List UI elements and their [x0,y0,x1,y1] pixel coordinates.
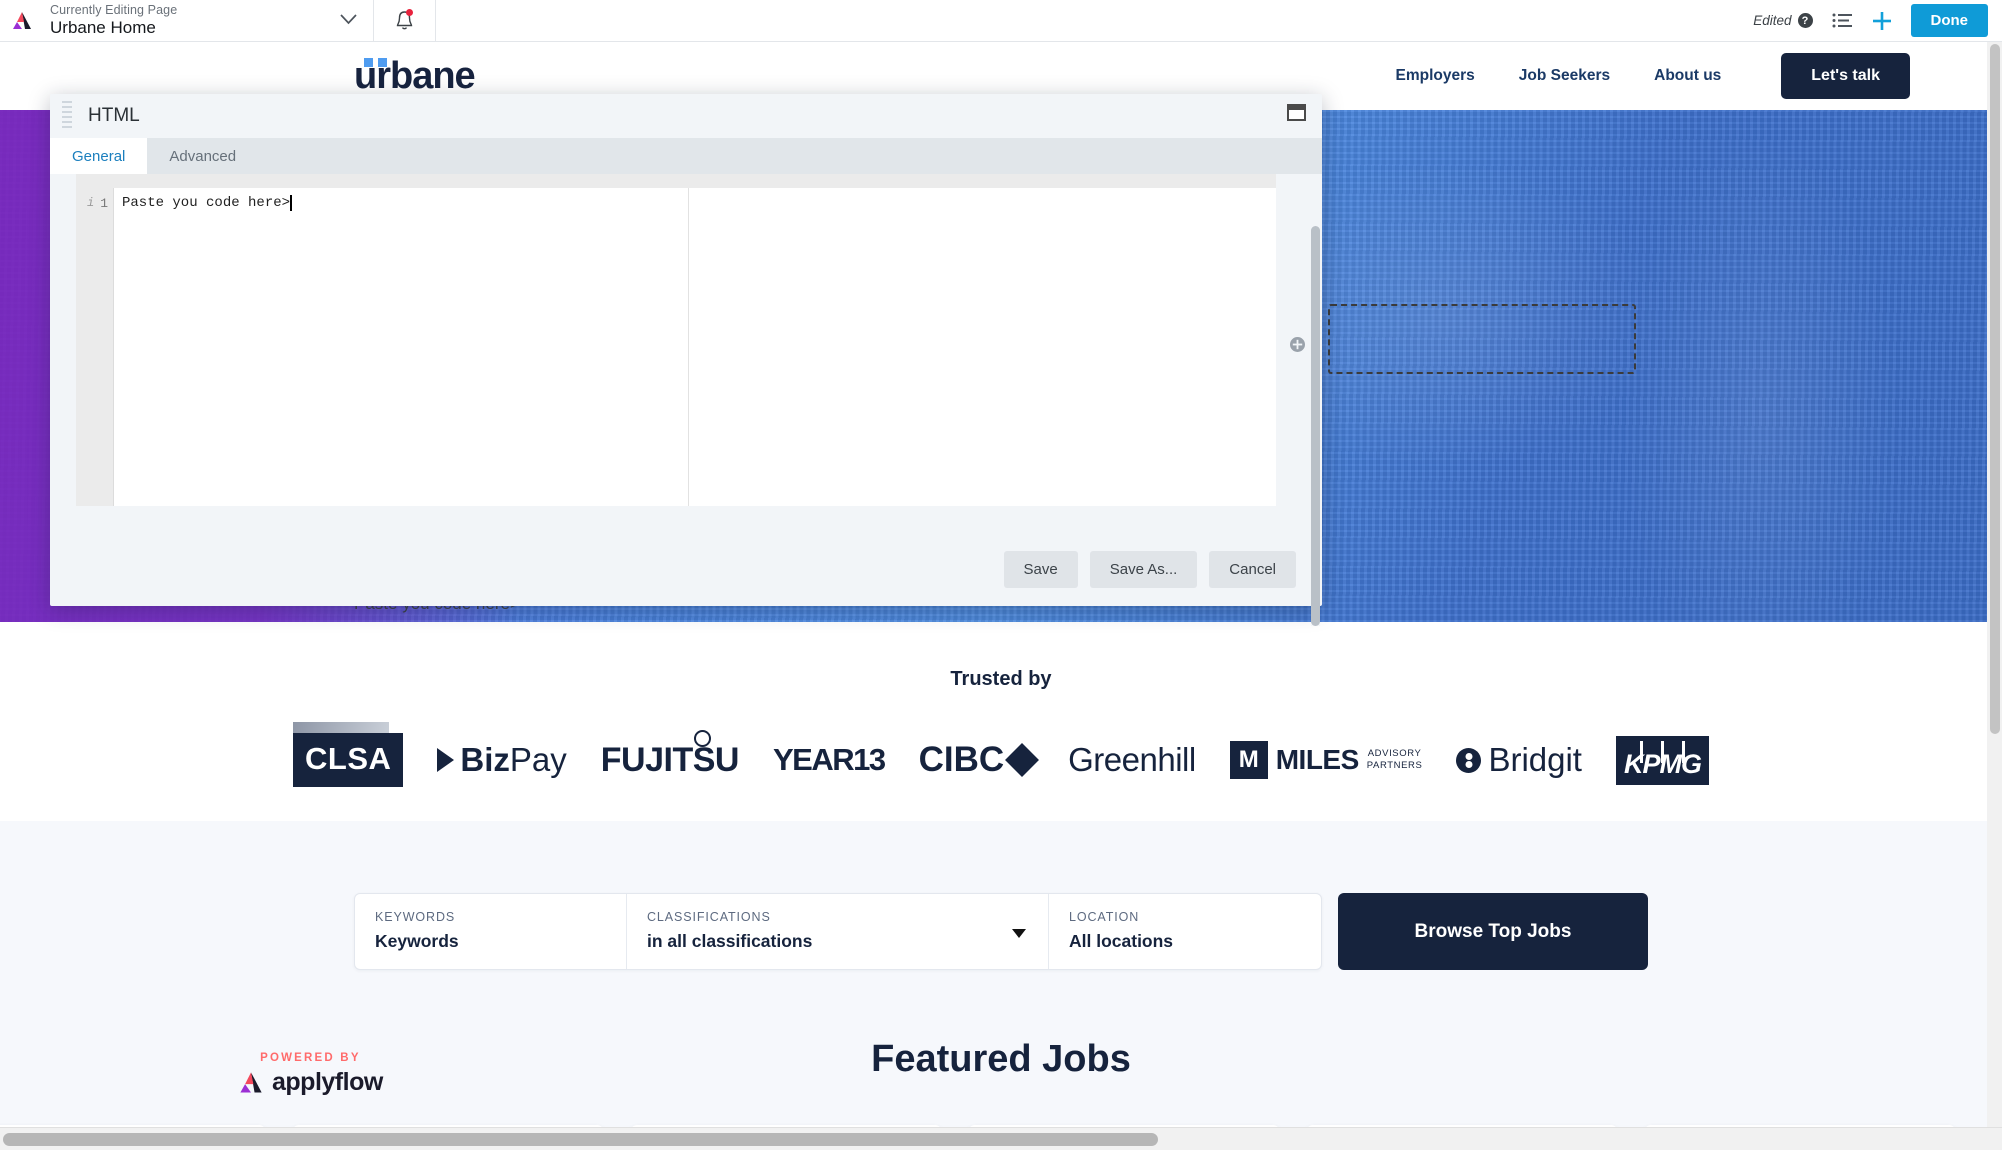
logo-year13: YEAR13 [772,742,886,777]
kpmg-text: KPMG [1623,748,1702,779]
chevron-down-icon[interactable] [334,12,363,30]
gutter-row: i 1 [76,193,113,213]
classifications-value: in all classifications [647,931,813,951]
search-fields-group: KEYWORDS Keywords CLASSIFICATIONS in all… [354,893,1322,970]
logo-cibc: CIBC [918,740,1040,780]
code-text: Paste you code here> [122,195,291,211]
code-line-1[interactable]: Paste you code here> [114,193,1276,213]
miles-text: MILES [1275,744,1360,775]
editing-page-label: Currently Editing Page [50,2,178,17]
nav-link-job-seekers[interactable]: Job Seekers [1519,67,1610,85]
current-page-selector[interactable]: Currently Editing Page Urbane Home [44,0,374,42]
applyflow-logo-icon[interactable] [0,10,44,32]
help-icon[interactable]: ? [1797,13,1813,28]
code-editor[interactable]: i 1 Paste you code here> [76,188,1276,506]
page-horizontal-scrollbar[interactable] [0,1127,2002,1150]
site-nav-links: Employers Job Seekers About us Let's tal… [1396,53,1910,99]
logo-clsa: CLSA [293,722,404,787]
logo-kpmg: KPMG [1615,735,1709,785]
dialog-header[interactable]: HTML [50,94,1322,138]
cancel-button[interactable]: Cancel [1209,550,1296,588]
location-value: All locations [1069,931,1174,951]
featured-jobs-title: Featured Jobs [871,1038,1131,1080]
maximize-window-icon[interactable] [1287,104,1306,121]
keywords-value: Keywords [375,931,459,951]
editor-top-bar: Currently Editing Page Urbane Home Edite… [0,0,2002,42]
dialog-body: i 1 Paste you code here> [50,174,1322,626]
job-search-section: KEYWORDS Keywords CLASSIFICATIONS in all… [0,821,2002,1038]
search-input-location[interactable]: LOCATION All locations [1049,894,1321,969]
urbane-logo[interactable]: urbane [354,55,476,98]
classifications-label: CLASSIFICATIONS [647,910,771,924]
bridgit-text: Bridgit [1488,741,1582,778]
print-margin-guide [688,188,689,506]
lets-talk-button[interactable]: Let's talk [1781,53,1910,99]
search-input-keywords[interactable]: KEYWORDS Keywords [355,894,627,969]
plus-icon[interactable] [1871,10,1893,32]
bridgit-mark-icon [1456,747,1482,773]
nav-link-employers[interactable]: Employers [1396,67,1475,85]
text-cursor [290,195,292,211]
tab-general[interactable]: General [50,138,148,174]
dialog-tabs: General Advanced [50,138,1322,174]
save-as-button[interactable]: Save As... [1089,550,1198,588]
miles-m-icon: M [1229,741,1268,779]
miles-subtitle: ADVISORY PARTNERS [1366,748,1423,771]
edited-label: Edited [1753,13,1792,28]
editor-gutter: i 1 [76,188,114,506]
code-input-area[interactable]: Paste you code here> [114,188,1276,506]
dialog-scrollbar[interactable] [1311,226,1320,626]
save-button[interactable]: Save [1003,550,1078,588]
cibc-text: CIBC [918,740,1005,779]
client-logo-row: CLSA BizPay FUJITSU YEAR13 CIBC Greenhil… [0,722,2002,787]
search-select-classifications[interactable]: CLASSIFICATIONS in all classifications [627,894,1049,969]
cibc-diamond-icon [1005,743,1040,777]
tab-advanced[interactable]: Advanced [147,138,258,174]
logo-miles: M MILES ADVISORY PARTNERS [1229,741,1423,779]
dialog-footer: Save Save As... Cancel [50,532,1322,606]
editor-top-strip [76,174,1276,188]
logo-bridgit: Bridgit [1456,741,1582,779]
edited-status: Edited ? [1753,13,1813,28]
page-horizontal-scrollbar-thumb[interactable] [3,1133,1158,1146]
notifications-button[interactable] [374,0,436,42]
bizpay-triangle-icon [437,748,455,772]
dialog-title: HTML [88,105,140,126]
chevron-down-icon[interactable] [1012,928,1026,938]
hero-element-selection-outline[interactable] [1328,304,1636,374]
keywords-label: KEYWORDS [375,910,456,924]
logo-fujitsu: FUJITSU [600,729,739,779]
location-label: LOCATION [1069,910,1140,924]
umlaut-icon [364,57,387,67]
notification-dot [406,8,413,16]
logo-greenhill: Greenhill [1068,741,1196,778]
editing-page-name: Urbane Home [50,17,156,37]
list-settings-icon[interactable] [1831,12,1853,29]
job-search-bar: KEYWORDS Keywords CLASSIFICATIONS in all… [0,893,2002,970]
page-vertical-scrollbar[interactable] [1987,42,2002,1127]
page-vertical-scrollbar-thumb[interactable] [1990,44,2000,734]
drag-grip-icon[interactable] [62,101,72,131]
done-button[interactable]: Done [1910,4,1988,37]
featured-jobs-section: Featured Jobs Assistant Manager City of … [0,1038,2002,1127]
browse-top-jobs-button[interactable]: Browse Top Jobs [1338,893,1648,970]
add-circle-icon[interactable] [1289,336,1306,353]
logo-bizpay: BizPay [437,741,567,779]
trusted-by-title: Trusted by [950,668,1052,690]
html-code-dialog: HTML General Advanced i 1 Paste you code… [50,94,1322,626]
trusted-by-section: Trusted by CLSA BizPay FUJITSU YEAR13 CI… [0,622,2002,787]
nav-link-about-us[interactable]: About us [1654,67,1721,85]
info-marker-icon: i [86,196,95,210]
dialog-scrollbar-thumb[interactable] [1311,226,1320,626]
line-number: 1 [100,195,108,211]
